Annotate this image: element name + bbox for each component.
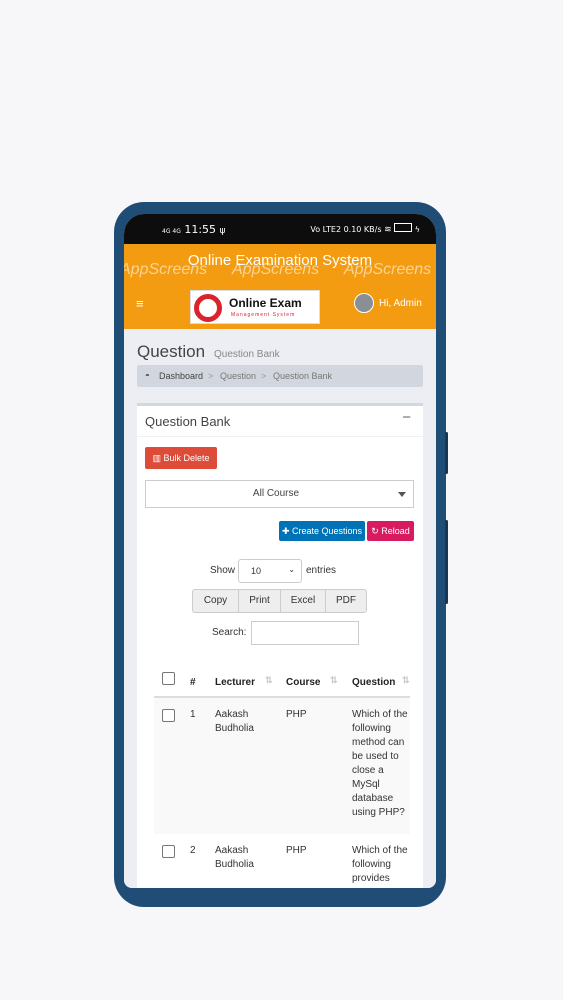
pdf-button[interactable]: PDF: [325, 589, 367, 613]
column-course-label: Course: [286, 677, 321, 688]
print-button[interactable]: Print: [238, 589, 281, 613]
select-all-checkbox[interactable]: [162, 672, 175, 685]
create-questions-button[interactable]: ✚ Create Questions: [279, 521, 365, 541]
reload-button[interactable]: ↻ Reload: [367, 521, 414, 541]
row-number: 1: [190, 709, 196, 720]
column-lecturer-label: Lecturer: [215, 677, 256, 688]
entries-label: entries: [306, 565, 337, 576]
column-header-course[interactable]: Course ⇅: [278, 656, 344, 698]
main-content: Question Question Bank ◓ Dashboard > Que…: [124, 329, 436, 888]
power-button: [445, 520, 448, 604]
search-label: Search:: [212, 627, 247, 638]
excel-button[interactable]: Excel: [280, 589, 326, 613]
row-checkbox[interactable]: [162, 845, 175, 858]
create-questions-label: Create Questions: [292, 526, 363, 536]
breadcrumb-separator: >: [261, 371, 267, 381]
sort-icon: ⇅: [265, 675, 273, 685]
logo-emblem: [194, 294, 222, 322]
divider: [137, 436, 423, 437]
page-length-value: 10: [251, 566, 262, 576]
user-greeting[interactable]: Hi, Admin: [379, 298, 422, 309]
chevron-down-icon: [398, 492, 406, 497]
app-title: Online Examination System: [187, 252, 373, 269]
plus-icon: ✚: [281, 526, 290, 536]
breadcrumb-question[interactable]: Question: [220, 371, 256, 381]
reload-label: Reload: [381, 526, 410, 536]
logo-title: Online Exam: [229, 296, 302, 310]
breadcrumb-current: Question Bank: [273, 371, 333, 381]
course-select[interactable]: All Course: [145, 480, 414, 508]
bulk-delete-button[interactable]: ▥ Bulk Delete: [145, 447, 217, 469]
sort-icon: ⇅: [402, 675, 410, 685]
row-course: PHP: [286, 709, 307, 720]
questions-table: # Lecturer ⇅ Course ⇅ Question ⇅ 1 Aakas…: [154, 656, 410, 888]
phone-screen: 4G 4G 11:55 ψ Vo LTE2 0.10 KB/s ≋ ϟ Onli…: [124, 214, 436, 888]
breadcrumb-separator: >: [208, 371, 214, 381]
column-number-label: #: [190, 677, 196, 688]
battery-icon: [394, 223, 413, 232]
column-header-lecturer[interactable]: Lecturer ⇅: [207, 656, 278, 698]
volume-button: [445, 432, 448, 474]
header-select-all: [154, 656, 182, 698]
page-title: Question: [137, 342, 206, 361]
chevron-down-icon: ⌄: [288, 565, 295, 574]
wifi-icon: ≋: [384, 225, 392, 235]
row-checkbox[interactable]: [162, 709, 175, 722]
bulk-delete-label: Bulk Delete: [163, 453, 210, 463]
breadcrumb: ◓ Dashboard > Question > Question Bank: [137, 365, 423, 387]
column-question-label: Question: [352, 677, 396, 688]
course-select-value: All Course: [252, 488, 300, 499]
user-avatar[interactable]: [354, 293, 374, 313]
row-lecturer: Aakash Budholia: [215, 709, 254, 734]
box-title: Question Bank: [145, 414, 231, 429]
page-subtitle: Question Bank: [214, 349, 280, 360]
site-logo[interactable]: Online Exam Management System: [190, 290, 320, 324]
usb-icon: ψ: [219, 226, 226, 236]
table-row[interactable]: 2 Aakash Budholia PHP Which of the follo…: [154, 834, 410, 888]
row-course: PHP: [286, 845, 307, 856]
copy-button[interactable]: Copy: [192, 589, 239, 613]
charging-icon: ϟ: [414, 225, 420, 234]
hamburger-icon[interactable]: ≡: [136, 296, 144, 311]
sort-icon: ⇅: [330, 675, 338, 685]
page-length-select[interactable]: 10 ⌄: [238, 559, 302, 583]
column-header-number[interactable]: #: [182, 656, 207, 698]
table-row[interactable]: 1 Aakash Budholia PHP Which of the follo…: [154, 698, 410, 834]
breadcrumb-dashboard[interactable]: Dashboard: [159, 371, 203, 381]
status-bar: 4G 4G 11:55 ψ Vo LTE2 0.10 KB/s ≋ ϟ: [124, 214, 436, 244]
question-bank-box: Question Bank − ▥ Bulk Delete All Course…: [137, 403, 423, 888]
trash-icon: ▥: [152, 453, 161, 463]
status-time: 11:55: [184, 223, 217, 236]
dashboard-icon: ◓: [145, 371, 150, 380]
column-header-question[interactable]: Question ⇅: [344, 656, 410, 698]
row-question: Which of the following method can be use…: [352, 709, 408, 818]
row-number: 2: [190, 845, 196, 856]
refresh-icon: ↻: [371, 526, 379, 536]
row-lecturer: Aakash Budholia: [215, 845, 254, 870]
status-right-icons: Vo LTE2 0.10 KB/s: [310, 225, 382, 234]
signal-icon: 4G 4G: [162, 228, 181, 235]
collapse-icon[interactable]: −: [402, 409, 411, 426]
row-question: Which of the following provides content …: [352, 845, 408, 888]
search-input[interactable]: [251, 621, 359, 645]
app-header: Online Examination System ≡ Online Exam …: [124, 244, 436, 329]
show-label: Show: [210, 565, 236, 576]
logo-subtitle: Management System: [231, 312, 296, 318]
